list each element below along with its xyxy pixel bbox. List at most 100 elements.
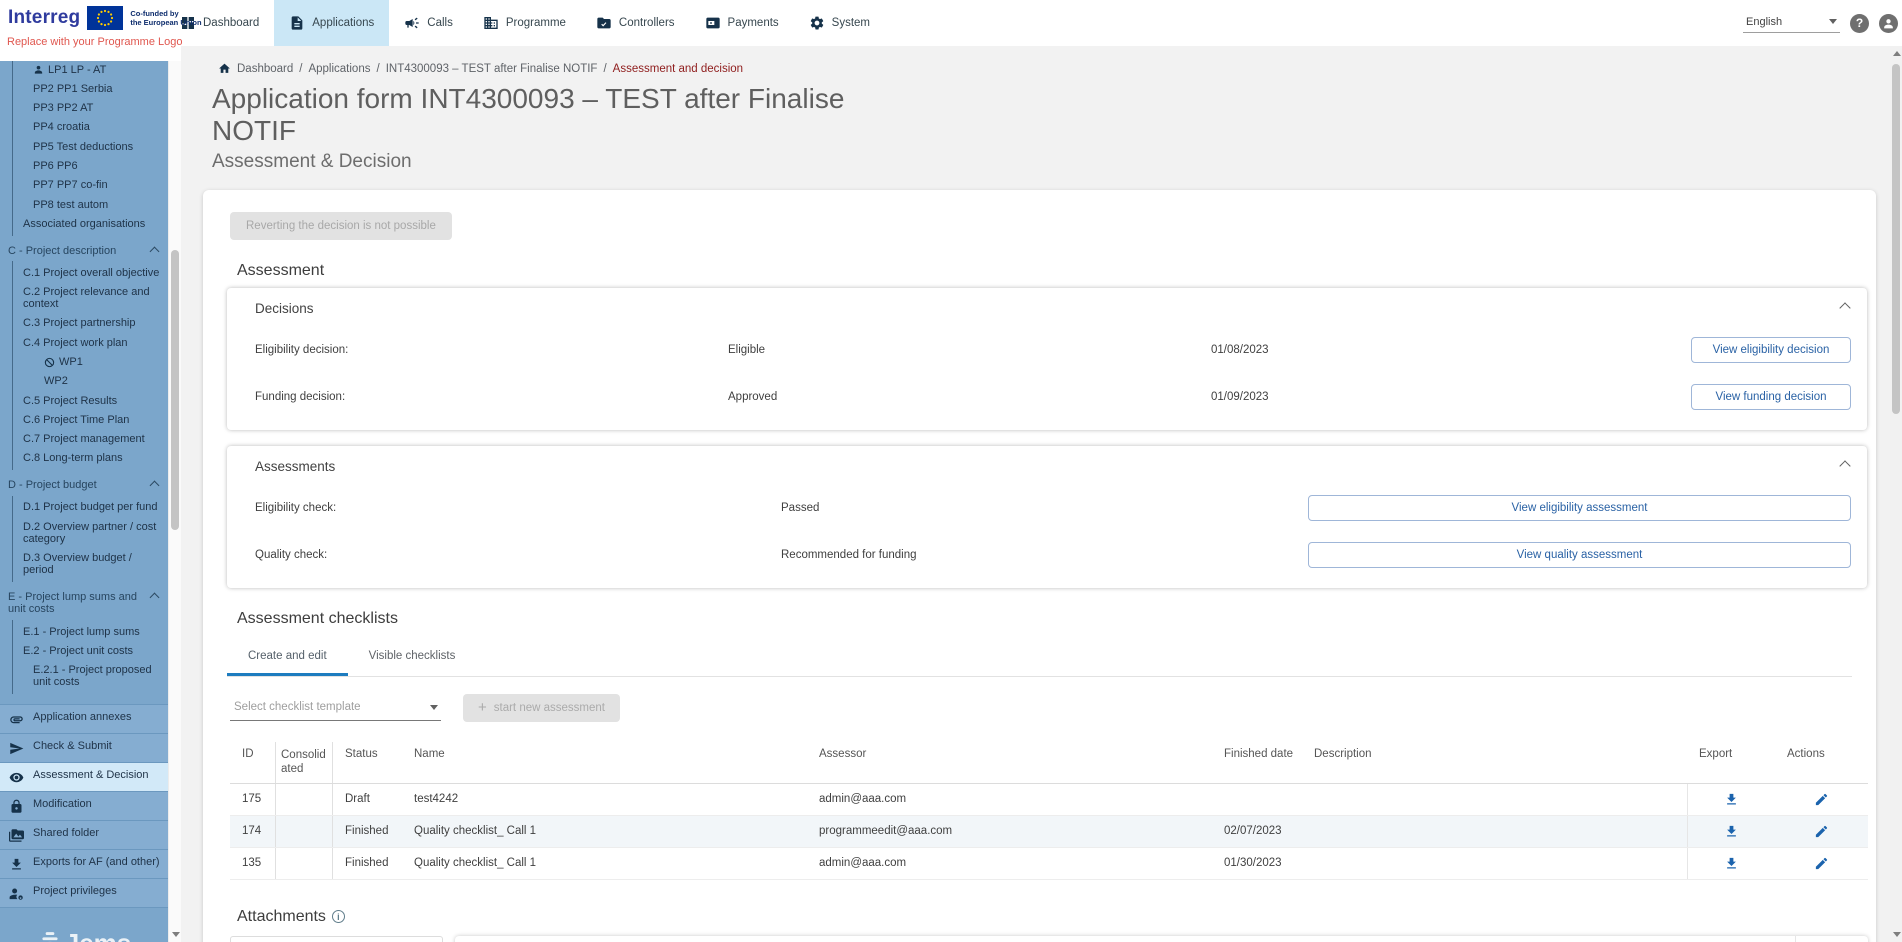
download-icon xyxy=(1724,792,1739,807)
quality-check-row: Quality check: Recommended for funding V… xyxy=(255,542,1851,568)
view-eligibility-assessment-button[interactable]: View eligibility assessment xyxy=(1308,495,1851,521)
sidebar-item-lp1[interactable]: LP1 LP - AT xyxy=(13,60,168,79)
start-new-assessment-button[interactable]: + start new assessment xyxy=(463,694,620,722)
download-icon xyxy=(9,857,24,872)
sidebar-menu: Application annexes Check & Submit Asses… xyxy=(0,704,168,908)
sidebar-item-d3[interactable]: D.3 Overview budget / period xyxy=(13,548,168,579)
sidebar-item-c5[interactable]: C.5 Project Results xyxy=(13,391,168,410)
breadcrumb-project[interactable]: INT4300093 – TEST after Finalise NOTIF xyxy=(386,63,598,75)
sidebar-item-c2[interactable]: C.2 Project relevance and context xyxy=(13,282,168,313)
sidebar-scrollbar[interactable] xyxy=(168,50,181,942)
breadcrumb-dashboard[interactable]: Dashboard xyxy=(237,63,293,75)
attachments-table: File name Location Upload date User File… xyxy=(455,936,1868,942)
nav-controllers[interactable]: Controllers xyxy=(581,0,690,46)
building-icon xyxy=(483,15,499,31)
language-select[interactable]: English xyxy=(1743,14,1840,33)
sidebar-item-d2[interactable]: D.2 Overview partner / cost category xyxy=(13,517,168,548)
eye-icon xyxy=(9,770,24,785)
nav-calls[interactable]: Calls xyxy=(389,0,468,46)
breadcrumb-applications[interactable]: Applications xyxy=(308,63,370,75)
view-quality-assessment-button[interactable]: View quality assessment xyxy=(1308,542,1851,568)
sidebar-item-e21[interactable]: E.2.1 - Project proposed unit costs xyxy=(13,661,168,692)
nav-system[interactable]: System xyxy=(794,0,885,46)
funding-decision-value: Approved xyxy=(728,391,1211,403)
export-checklist-button[interactable] xyxy=(1722,854,1741,873)
sidebar-item-c8[interactable]: C.8 Long-term plans xyxy=(13,449,168,468)
scroll-down-arrow-icon[interactable] xyxy=(1893,932,1901,937)
sidebar-item-wp2[interactable]: WP2 xyxy=(13,372,168,391)
nav-payments[interactable]: Payments xyxy=(690,0,794,46)
tab-visible-checklists[interactable]: Visible checklists xyxy=(348,640,477,676)
scroll-up-arrow-icon[interactable] xyxy=(1893,51,1901,56)
help-icon[interactable]: ? xyxy=(1850,14,1869,33)
export-checklist-button[interactable] xyxy=(1722,790,1741,809)
checklist-table: ID Consolidated Status Name Assessor Fin… xyxy=(230,742,1868,880)
home-icon[interactable] xyxy=(218,62,231,75)
sidebar-item-pp7[interactable]: PP7 PP7 co-fin xyxy=(13,176,168,195)
partners-group: LP1 LP - AT PP2 PP1 Serbia PP3 PP2 AT PP… xyxy=(12,58,168,236)
sidebar-section-c[interactable]: C - Project description xyxy=(0,236,168,262)
sidebar-item-project-privileges[interactable]: Project privileges xyxy=(0,878,168,908)
chevron-down-icon xyxy=(1829,19,1837,24)
sidebar-item-associated-organisations[interactable]: Associated organisations xyxy=(13,214,168,233)
sidebar-item-c3[interactable]: C.3 Project partnership xyxy=(13,314,168,333)
sidebar-item-exports[interactable]: Exports for AF (and other) xyxy=(0,849,168,878)
send-icon xyxy=(9,741,24,756)
document-icon xyxy=(289,15,305,31)
sidebar-item-shared-folder[interactable]: Shared folder xyxy=(0,820,168,849)
sidebar-item-c6[interactable]: C.6 Project Time Plan xyxy=(13,410,168,429)
sidebar-item-e1[interactable]: E.1 - Project lump sums xyxy=(13,622,168,641)
nav-programme[interactable]: Programme xyxy=(468,0,581,46)
sidebar-item-wp1[interactable]: WP1 xyxy=(13,352,168,371)
checklist-template-select[interactable]: Select checklist template xyxy=(230,694,441,721)
eligibility-check-value: Passed xyxy=(781,502,1308,514)
sidebar-item-assessment-decision[interactable]: Assessment & Decision xyxy=(0,762,168,791)
scroll-down-arrow-icon[interactable] xyxy=(172,932,180,937)
person-icon xyxy=(33,64,44,75)
pencil-icon xyxy=(1814,824,1829,839)
tab-create-and-edit[interactable]: Create and edit xyxy=(227,640,348,676)
pencil-icon xyxy=(1814,792,1829,807)
sidebar-item-pp8[interactable]: PP8 test autom xyxy=(13,195,168,214)
programme-logo: Interreg Co-funded by the European Union xyxy=(8,6,202,30)
revert-decision-button[interactable]: Reverting the decision is not possible xyxy=(230,212,452,240)
sidebar-item-application-annexes[interactable]: Application annexes xyxy=(0,704,168,733)
edit-checklist-button[interactable] xyxy=(1812,822,1831,841)
attachments-table-header: File name Location Upload date User File… xyxy=(455,936,1868,942)
sidebar-item-pp5[interactable]: PP5 Test deductions xyxy=(13,137,168,156)
checklist-row: 175 Draft test4242 admin@aaa.com xyxy=(230,784,1868,816)
sidebar-section-d[interactable]: D - Project budget xyxy=(0,470,168,496)
checklist-tabs: Create and edit Visible checklists xyxy=(227,640,1852,677)
sidebar-item-c4[interactable]: C.4 Project work plan xyxy=(13,333,168,352)
sidebar-item-e2[interactable]: E.2 - Project unit costs xyxy=(13,641,168,660)
section-d-group: D.1 Project budget per fund D.2 Overview… xyxy=(12,496,168,582)
export-checklist-button[interactable] xyxy=(1722,822,1741,841)
breadcrumb-current: Assessment and decision xyxy=(613,63,743,75)
gear-icon xyxy=(809,15,825,31)
edit-checklist-button[interactable] xyxy=(1812,790,1831,809)
sidebar-section-e[interactable]: E - Project lump sums and unit costs xyxy=(0,582,168,620)
main-content: Dashboard / Applications / INT4300093 – … xyxy=(181,46,1890,942)
section-e-group: E.1 - Project lump sums E.2 - Project un… xyxy=(12,620,168,694)
sidebar-item-modification[interactable]: Modification xyxy=(0,791,168,820)
sidebar-item-pp6[interactable]: PP6 PP6 xyxy=(13,156,168,175)
page-scrollbar[interactable] xyxy=(1890,46,1902,942)
sidebar-item-d1[interactable]: D.1 Project budget per fund xyxy=(13,498,168,517)
edit-checklist-button[interactable] xyxy=(1812,854,1831,873)
sidebar-item-check-submit[interactable]: Check & Submit xyxy=(0,733,168,762)
account-icon[interactable] xyxy=(1879,14,1898,33)
sidebar-scroll-thumb[interactable] xyxy=(171,250,179,530)
view-eligibility-decision-button[interactable]: View eligibility decision xyxy=(1691,337,1851,363)
sidebar-item-pp4[interactable]: PP4 croatia xyxy=(13,118,168,137)
page-scroll-thumb[interactable] xyxy=(1892,64,1900,414)
sidebar-item-c1[interactable]: C.1 Project overall objective xyxy=(13,263,168,282)
nav-applications[interactable]: Applications xyxy=(274,0,389,46)
sidebar-item-pp3[interactable]: PP3 PP2 AT xyxy=(13,99,168,118)
sidebar-item-c7[interactable]: C.7 Project management xyxy=(13,430,168,449)
sidebar-item-pp2[interactable]: PP2 PP1 Serbia xyxy=(13,79,168,98)
decisions-panel: Decisions Eligibility decision: Eligible… xyxy=(227,288,1867,430)
breadcrumb: Dashboard / Applications / INT4300093 – … xyxy=(218,62,1890,75)
interreg-logo: Interreg xyxy=(8,7,80,29)
view-funding-decision-button[interactable]: View funding decision xyxy=(1691,384,1851,410)
info-icon[interactable]: i xyxy=(332,910,345,923)
